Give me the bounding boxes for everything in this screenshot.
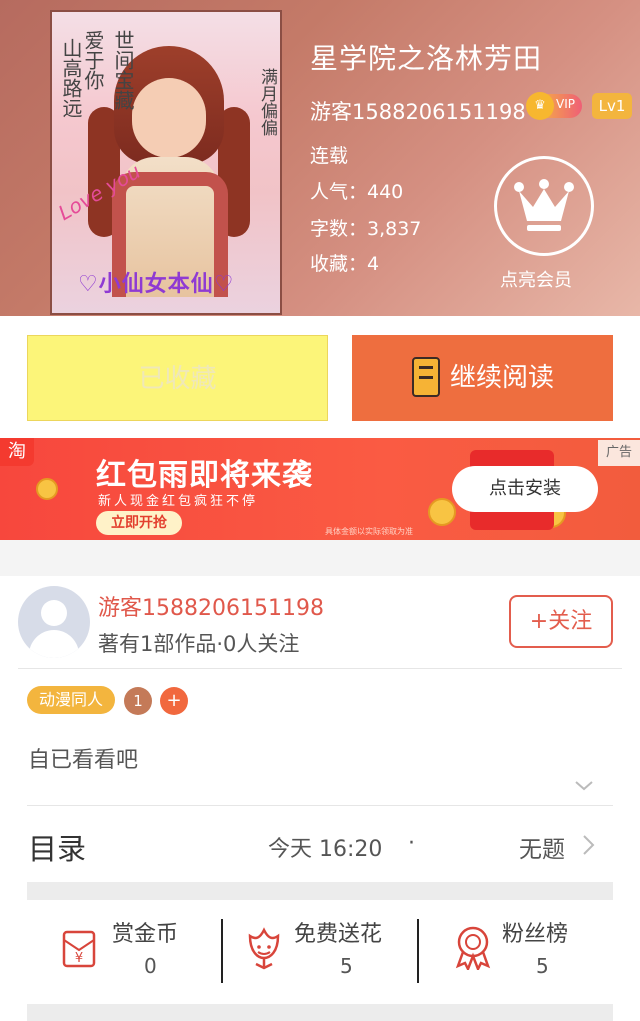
- level-badge: Lv1: [592, 93, 632, 119]
- ad-tag: 广告: [598, 440, 640, 466]
- action-bar: 已收藏 继续阅读: [0, 316, 640, 438]
- cover-face: [132, 78, 206, 158]
- ad-subline: 新人现金红包疯狂不停: [98, 494, 259, 509]
- cover-text-line2: 爱于你: [81, 30, 105, 90]
- divider: [417, 919, 419, 983]
- reward-fans-count: 5: [536, 954, 549, 978]
- reward-flower-label: 免费送花: [294, 922, 383, 947]
- vip-badge-label: VIP: [556, 97, 575, 111]
- toc-latest-chapter[interactable]: 无题: [519, 830, 565, 864]
- reward-fans-label: 粉丝榜: [502, 922, 569, 947]
- ad-banner[interactable]: 淘 红包雨即将来袭 新人现金红包疯狂不停 立即开抢 点击安装 广告 具体金额以实…: [0, 438, 640, 540]
- reward-flower-count: 5: [340, 954, 353, 978]
- book-author[interactable]: 游客1588206151198: [310, 96, 526, 126]
- coin-icon: [428, 498, 456, 526]
- section-spacer: [27, 882, 613, 900]
- ad-install-button[interactable]: 点击安装: [452, 466, 598, 512]
- crown-icon: ♛: [526, 92, 554, 120]
- divider: [27, 805, 613, 806]
- popularity-stat: 人气：440: [310, 181, 404, 203]
- reward-coin-label: 赏金币: [112, 922, 179, 947]
- book-cover[interactable]: 山高路远 爱于你 世间宝藏 满月偏偏 Love you ♡小仙女本仙♡: [50, 10, 282, 315]
- favorites-stat: 收藏：4: [310, 253, 380, 275]
- book-header: 山高路远 爱于你 世间宝藏 满月偏偏 Love you ♡小仙女本仙♡ 星学院之…: [0, 0, 640, 316]
- avatar-shoulder: [29, 630, 79, 658]
- book-detail-page: 山高路远 爱于你 世间宝藏 满月偏偏 Love you ♡小仙女本仙♡ 星学院之…: [0, 0, 640, 1021]
- svg-text:¥: ¥: [75, 951, 83, 966]
- toc-update-time: 今天 16:20: [268, 837, 383, 862]
- author-name[interactable]: 游客1588206151198: [98, 590, 324, 622]
- cover-text-line4: 满月偏偏: [257, 68, 277, 136]
- book-title: 星学院之洛林芳田: [310, 42, 543, 75]
- flower-icon: [248, 927, 280, 970]
- gold-coin-icon: ¥: [62, 930, 96, 968]
- reward-coin-count: 0: [144, 954, 157, 978]
- toc-separator: ·: [408, 831, 415, 856]
- author-meta: 著有1部作品·0人关注: [98, 632, 300, 656]
- add-tag-button[interactable]: +: [160, 687, 188, 715]
- member-label[interactable]: 点亮会员: [500, 266, 572, 292]
- cover-text-line3: 世间宝藏: [111, 30, 135, 110]
- coin-icon: [36, 478, 58, 500]
- crown-icon: [514, 179, 574, 231]
- member-button[interactable]: [494, 156, 594, 256]
- taobao-logo-icon: 淘: [0, 438, 34, 466]
- ad-grab-button[interactable]: 立即开抢: [96, 511, 182, 535]
- continue-reading-label: 继续阅读: [450, 363, 555, 393]
- continue-reading-button[interactable]: 继续阅读: [352, 335, 613, 421]
- book-icon: [412, 357, 440, 397]
- follow-button[interactable]: +关注: [509, 595, 613, 648]
- author-card: 游客1588206151198 著有1部作品·0人关注 +关注 动漫同人 1 +…: [0, 576, 640, 1021]
- section-spacer: [27, 1004, 613, 1021]
- reward-coin[interactable]: ¥ 赏金币 0: [58, 916, 218, 986]
- medal-icon: [455, 926, 491, 970]
- toc-label[interactable]: 目录: [28, 826, 86, 868]
- divider: [221, 919, 223, 983]
- avatar-head: [41, 600, 67, 626]
- ad-headline: 红包雨即将来袭: [96, 458, 313, 493]
- cover-banner-text: ♡小仙女本仙♡: [78, 272, 235, 297]
- vip-badge: ♛ VIP: [526, 92, 582, 120]
- collected-button[interactable]: 已收藏: [27, 335, 328, 421]
- ad-note: 具体金额以实际领取为准: [325, 527, 413, 536]
- category-tag[interactable]: 动漫同人: [27, 686, 115, 714]
- word-count-stat: 字数：3,837: [310, 218, 422, 240]
- reward-fans[interactable]: 粉丝榜 5: [452, 916, 612, 986]
- divider: [18, 668, 622, 669]
- serial-status: 连载: [310, 145, 349, 167]
- book-description: 自已看看吧: [28, 748, 139, 773]
- chevron-right-icon[interactable]: [580, 834, 596, 856]
- chevron-down-icon[interactable]: [574, 776, 594, 796]
- tag-count-badge[interactable]: 1: [124, 687, 152, 715]
- cover-text-line1: 山高路远: [59, 38, 83, 118]
- avatar[interactable]: [18, 586, 90, 658]
- reward-flower[interactable]: 免费送花 5: [244, 916, 404, 986]
